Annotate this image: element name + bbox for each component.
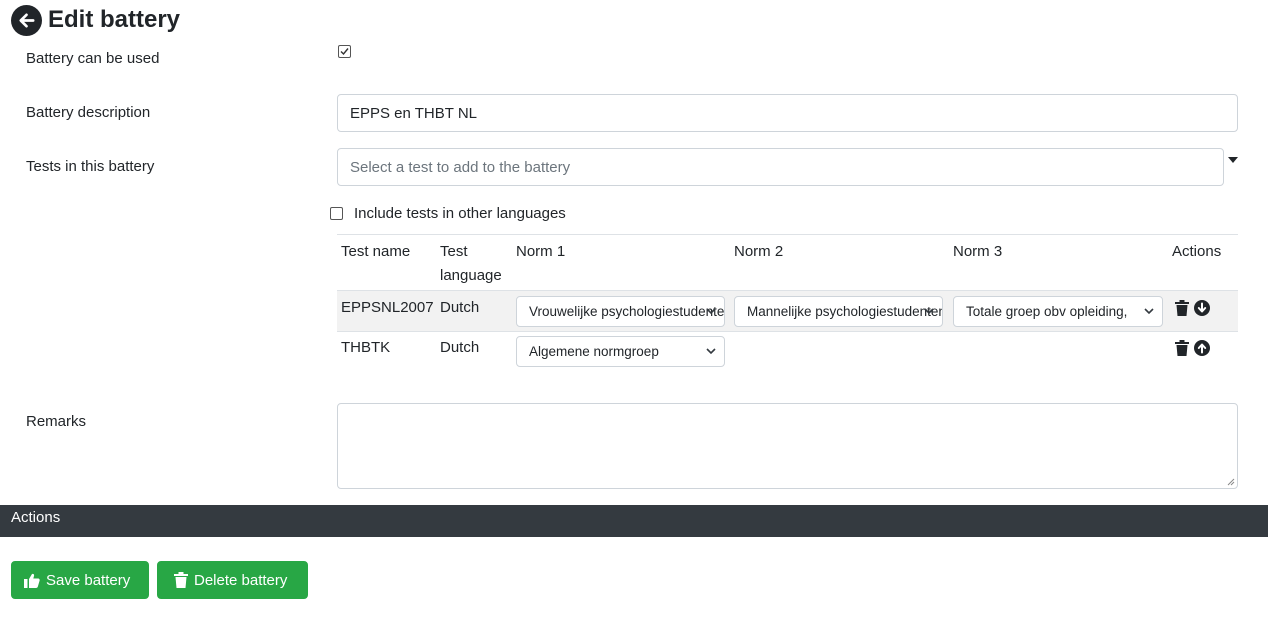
trash-icon <box>174 572 188 588</box>
resize-handle-icon[interactable] <box>1227 478 1235 486</box>
remarks-textarea[interactable] <box>337 403 1238 489</box>
row1-norm3-value: Totale groep obv opleiding, <box>966 304 1128 319</box>
row2-delete-icon[interactable] <box>1175 340 1189 360</box>
tests-label: Tests in this battery <box>26 158 155 175</box>
chevron-down-icon <box>706 308 716 315</box>
remarks-label: Remarks <box>26 413 87 430</box>
row2-norm1-select[interactable]: Algemene normgroep <box>516 336 725 367</box>
test-select-input[interactable]: Select a test to add to the battery <box>337 148 1224 186</box>
edit-battery-page: Edit battery Battery can be used Battery… <box>0 0 1287 629</box>
row1-delete-icon[interactable] <box>1175 300 1189 320</box>
delete-battery-label: Delete battery <box>194 571 288 589</box>
chevron-down-icon <box>924 308 934 315</box>
save-battery-label: Save battery <box>46 571 131 589</box>
include-other-languages-label: Include tests in other languages <box>354 205 566 222</box>
row1-norm1-select[interactable]: Vrouwelijke psychologiestudenten <box>516 296 725 327</box>
chevron-down-icon <box>706 348 716 355</box>
page-header: Edit battery <box>11 4 180 36</box>
description-input[interactable]: EPPS en THBT NL <box>337 94 1238 132</box>
header-norm3: Norm 3 <box>953 243 1003 260</box>
row2-test-name: THBTK <box>341 339 391 356</box>
delete-battery-button[interactable]: Delete battery <box>157 561 308 599</box>
actions-title: Actions <box>11 509 61 526</box>
test-select-placeholder: Select a test to add to the battery <box>350 158 571 176</box>
header-test-language-line1: Test <box>440 243 468 260</box>
row-divider <box>337 331 1238 332</box>
header-norm1: Norm 1 <box>516 243 566 260</box>
header-norm2: Norm 2 <box>734 243 784 260</box>
row1-norm2-value: Mannelijke psychologiestudenten <box>747 304 943 319</box>
row2-test-language: Dutch <box>440 339 480 356</box>
page-title: Edit battery <box>48 6 181 33</box>
description-value: EPPS en THBT NL <box>350 104 478 122</box>
table-top-border <box>337 234 1238 235</box>
header-test-language: Test language <box>440 240 502 288</box>
row1-norm3-select[interactable]: Totale groep obv opleiding, <box>953 296 1163 327</box>
checkmark-icon <box>340 48 349 56</box>
description-label: Battery description <box>26 104 151 121</box>
row1-test-name: EPPSNL2007 <box>341 299 434 316</box>
chevron-down-icon <box>1144 308 1154 315</box>
include-other-languages-checkbox[interactable] <box>330 207 343 220</box>
header-test-language-line2: language <box>440 267 502 284</box>
usable-checkbox[interactable] <box>338 45 351 58</box>
header-test-name: Test name <box>341 243 411 260</box>
row2-norm1-value: Algemene normgroep <box>529 344 659 359</box>
row1-test-language: Dutch <box>440 299 480 316</box>
usable-label: Battery can be used <box>26 50 160 67</box>
row1-norm1-value: Vrouwelijke psychologiestudenten <box>529 304 725 319</box>
row1-move-down-icon[interactable] <box>1194 300 1210 320</box>
save-battery-button[interactable]: Save battery <box>11 561 149 599</box>
back-arrow-icon[interactable] <box>11 4 42 36</box>
actions-bar: Actions <box>0 505 1268 537</box>
row1-norm2-select[interactable]: Mannelijke psychologiestudenten <box>734 296 943 327</box>
row2-move-up-icon[interactable] <box>1194 340 1210 360</box>
test-select-caret-icon[interactable] <box>1228 157 1238 163</box>
header-actions: Actions <box>1172 243 1222 260</box>
thumbs-up-icon <box>24 573 40 588</box>
